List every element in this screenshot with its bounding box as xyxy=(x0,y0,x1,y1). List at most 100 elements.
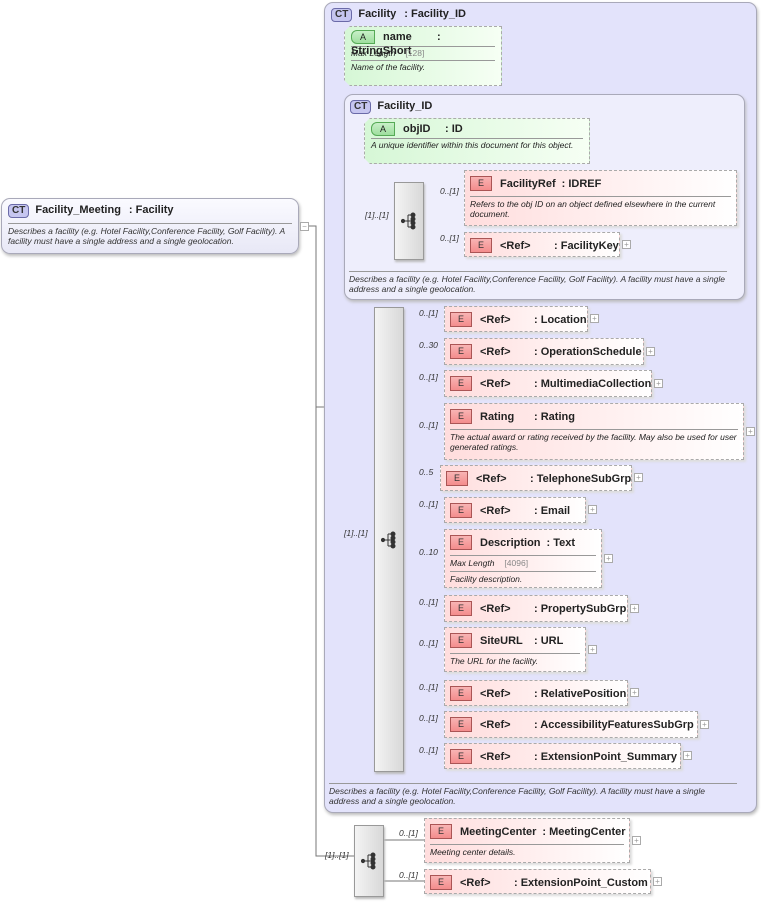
root-complex-type-box[interactable]: CT Facility_Meeting : Facility Describes a… xyxy=(1,198,299,254)
facility-type: : Facility_ID xyxy=(404,8,466,20)
complex-type-icon: CT xyxy=(350,100,372,114)
element-type: : FacilityKey xyxy=(554,239,619,252)
element-icon: E xyxy=(450,344,472,360)
expand-icon[interactable]: + xyxy=(646,346,655,356)
element-url[interactable]: E SiteURL: URL The URL for the facility. xyxy=(444,627,586,672)
element-type: : AccessibilityFeaturesSubGrp xyxy=(534,718,694,731)
expand-icon[interactable]: + xyxy=(604,553,613,563)
element-name: <Ref> xyxy=(480,377,511,390)
element-email[interactable]: E <Ref>: Email xyxy=(444,497,586,523)
multiplicity: 0..[1] xyxy=(419,372,438,382)
element-extensionpoint_summary[interactable]: E <Ref> : ExtensionPoint_Summary xyxy=(444,743,681,769)
element-operationschedule[interactable]: E <Ref> : OperationSchedule xyxy=(444,338,644,365)
element-type: : PropertySubGrp xyxy=(534,602,627,615)
element-text[interactable]: E Description: Text Max Length [4096] Facili… xyxy=(444,529,602,588)
element-type: : ExtensionPoint_Summary xyxy=(534,750,678,763)
facet-label: Max Length xyxy=(450,558,495,568)
expand-icon[interactable]: + xyxy=(590,314,599,323)
expand-icon[interactable]: + xyxy=(746,426,755,436)
element-type: : OperationSchedule xyxy=(534,345,642,358)
element-icon: E xyxy=(450,535,472,551)
sequence-compositor[interactable] xyxy=(394,182,424,260)
element-accessibilityfeaturessubgrp[interactable]: E <Ref>: AccessibilityFeaturesSubGrp xyxy=(444,711,698,738)
multiplicity: 0..[1] xyxy=(399,870,418,880)
sequence-compositor[interactable] xyxy=(354,825,384,897)
sequence-icon xyxy=(401,212,416,230)
attribute-name-label: name xyxy=(383,31,412,43)
element-icon: E xyxy=(470,238,492,254)
facet-label: Max Length xyxy=(351,48,396,58)
element-propertysubgrp[interactable]: E <Ref>: PropertySubGrp xyxy=(444,595,628,622)
element-type: : MeetingCenter xyxy=(542,825,626,838)
multiplicity: 0..[1] xyxy=(419,597,438,607)
complex-type-icon: CT xyxy=(8,204,30,218)
multiplicity: 0..[1] xyxy=(419,713,438,723)
element-type: : Text xyxy=(546,536,576,549)
multiplicity: 0..10 xyxy=(419,546,438,557)
attribute-name[interactable]: Aname: StringShort Max Length [128] Name … xyxy=(344,26,502,86)
multiplicity: 0..[1] xyxy=(419,637,438,648)
multiplicity: 0..[1] xyxy=(419,499,438,509)
element-location[interactable]: E <Ref>: Location xyxy=(444,306,588,332)
sequence-icon xyxy=(361,852,376,870)
element-icon: E xyxy=(450,633,472,649)
facility-id-description: Describes a facility (e.g. Hotel Facilit… xyxy=(349,271,727,294)
element-type: : TelephoneSubGrp xyxy=(530,472,632,485)
expand-icon[interactable]: + xyxy=(654,378,663,388)
root-name: Facility_Meeting xyxy=(35,204,121,216)
facility-id-name: Facility_ID xyxy=(377,100,433,112)
expand-icon[interactable]: + xyxy=(653,876,662,886)
element-name: <Ref> xyxy=(500,239,531,252)
sequence-multiplicity: [1]..[1] xyxy=(325,850,349,860)
multiplicity: 0..5 xyxy=(419,467,434,477)
attribute-objid[interactable]: AobjID: ID A unique identifier within th… xyxy=(364,118,590,164)
element-icon: E xyxy=(430,875,452,891)
attribute-type: : ID xyxy=(445,123,463,135)
element-name: <Ref> xyxy=(480,313,511,326)
attribute-icon: A xyxy=(351,30,375,44)
element-name: SiteURL xyxy=(480,634,523,647)
attribute-description: A unique identifier within this document… xyxy=(371,138,583,150)
element-name: <Ref> xyxy=(480,750,511,763)
expand-icon[interactable]: + xyxy=(588,644,597,654)
element-meetingcenter[interactable]: E MeetingCenter: MeetingCenter Meeting cen… xyxy=(424,818,630,863)
element-name: Description xyxy=(480,536,541,549)
root-type: : Facility xyxy=(128,204,174,216)
element-type: : Location xyxy=(534,313,587,326)
element-type: : URL xyxy=(534,634,564,647)
element-idref[interactable]: E FacilityRef: IDREF Refers to the obj ID … xyxy=(464,170,737,226)
collapse-icon[interactable]: − xyxy=(300,222,309,231)
element-rating[interactable]: E Rating: Rating The actual award or ratin… xyxy=(444,403,744,460)
expand-icon[interactable]: + xyxy=(700,719,709,729)
element-icon: E xyxy=(470,176,492,192)
expand-icon[interactable]: + xyxy=(634,473,643,482)
element-name: <Ref> xyxy=(480,345,511,358)
element-icon: E xyxy=(450,749,472,765)
element-relativeposition[interactable]: E <Ref>: RelativePosition xyxy=(444,680,628,706)
expand-icon[interactable]: + xyxy=(683,751,692,760)
expand-icon[interactable]: + xyxy=(630,688,639,697)
element-extensionpoint_custom[interactable]: E <Ref>: ExtensionPoint_Custom xyxy=(424,869,651,894)
element-description: Facility description. xyxy=(450,571,596,584)
expand-icon[interactable]: + xyxy=(632,835,641,845)
element-description: Meeting center details. xyxy=(430,844,624,857)
complex-type-icon: CT xyxy=(331,8,353,22)
element-telephonesubgrp[interactable]: E <Ref>: TelephoneSubGrp xyxy=(440,465,632,491)
element-multimediacollection[interactable]: E <Ref>: MultimediaCollection xyxy=(444,370,652,397)
element-name: <Ref> xyxy=(460,876,491,889)
multiplicity: 0..[1] xyxy=(419,308,438,318)
sequence-compositor[interactable] xyxy=(374,307,404,772)
element-name: <Ref> xyxy=(480,602,511,615)
facet-value: [128] xyxy=(405,48,425,58)
multiplicity: 0..[1] xyxy=(440,233,459,243)
sequence-icon xyxy=(381,531,396,548)
element-icon: E xyxy=(450,409,472,425)
attribute-description: Name of the facility. xyxy=(351,60,495,72)
root-description: Describes a facility (e.g. Hotel Facilit… xyxy=(8,223,292,246)
expand-icon[interactable]: + xyxy=(588,505,597,514)
element-facilitykey[interactable]: E <Ref> : FacilityKey xyxy=(464,232,620,257)
element-name: MeetingCenter xyxy=(460,825,537,838)
element-icon: E xyxy=(450,503,472,519)
expand-icon[interactable]: + xyxy=(630,603,639,613)
expand-icon[interactable]: + xyxy=(622,239,631,249)
